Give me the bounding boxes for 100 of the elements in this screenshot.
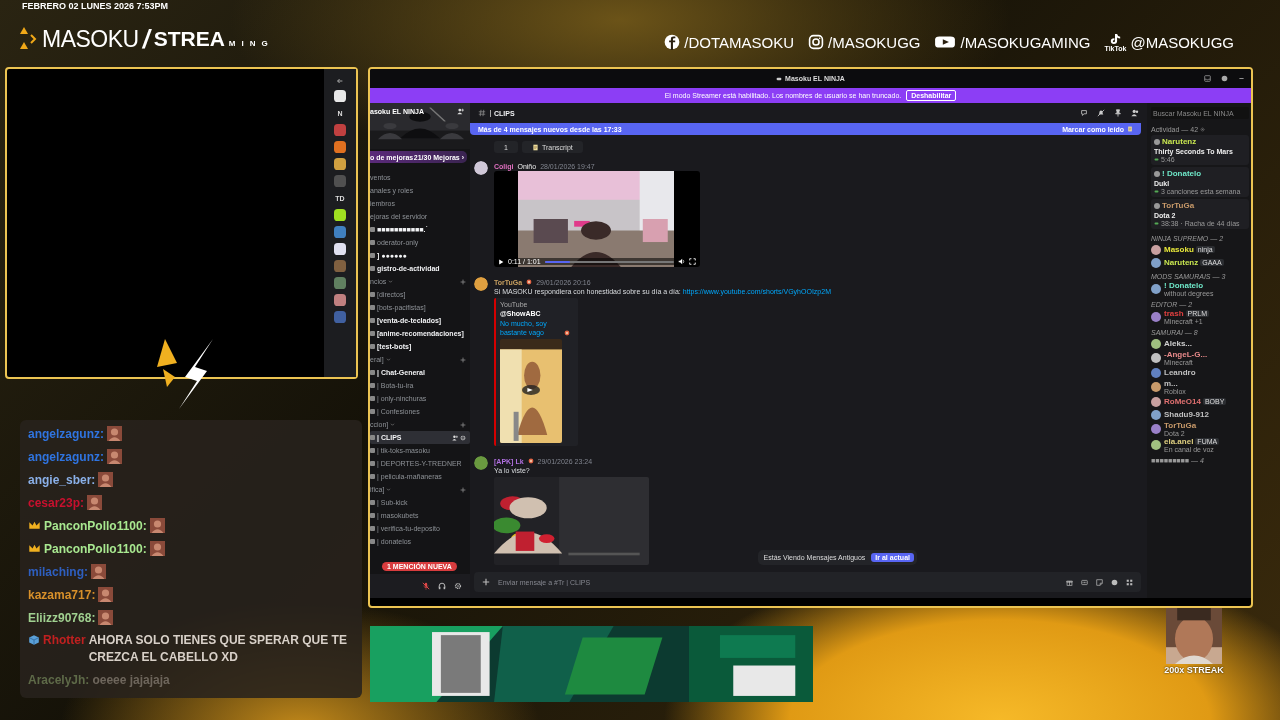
chat-username: angelzagunz: (28, 426, 104, 441)
server-icon[interactable] (334, 141, 346, 153)
mark-read-icon (1127, 126, 1133, 132)
pin-icon[interactable] (1114, 109, 1122, 117)
chat-username: PanconPollo1100: (44, 518, 147, 533)
streak-label: 200x STREAK (1164, 665, 1224, 675)
avatar (474, 161, 488, 175)
sticker-icon[interactable] (1096, 578, 1103, 586)
avatar (1151, 382, 1161, 392)
chevron-icon (388, 279, 394, 284)
social-handle: /DOTAMASOKU (684, 33, 794, 51)
channel-icon (370, 448, 375, 453)
apps-icon[interactable] (1126, 578, 1133, 586)
member-name[interactable]: Masoku (1164, 245, 1194, 254)
channel-icon (370, 461, 375, 466)
fullscreen-icon[interactable] (689, 258, 696, 265)
inbox-icon[interactable] (1204, 75, 1211, 82)
member-name: ! Donatelo (1162, 169, 1202, 179)
chat-username: AracelyJh: (28, 672, 90, 689)
channel-icon (370, 539, 375, 544)
avatar (1154, 171, 1160, 177)
server-icon[interactable] (334, 209, 346, 221)
member-name: Narutenz (1162, 137, 1197, 147)
threads-icon[interactable] (1080, 109, 1088, 117)
play-button-icon[interactable] (522, 385, 540, 395)
avatar (474, 277, 488, 291)
chat-username: Rhotter (43, 632, 86, 649)
avatar (1151, 353, 1161, 363)
avatar (474, 456, 488, 470)
bell-off-icon[interactable] (1097, 109, 1105, 117)
logo-word: STREA (153, 27, 225, 51)
gift-icon[interactable] (1066, 578, 1073, 586)
facebook-icon (664, 34, 681, 50)
chat-username: kazama717: (28, 587, 96, 602)
attach-icon[interactable] (482, 578, 490, 586)
channel-icon (370, 227, 375, 232)
member-name[interactable]: ela.anel (1164, 437, 1194, 446)
avatar (1154, 139, 1160, 145)
document-icon (531, 143, 539, 151)
settings-icon[interactable] (454, 582, 462, 590)
add-channel-icon[interactable] (460, 278, 466, 285)
emote-icon (149, 518, 165, 533)
chevron-icon (390, 422, 396, 427)
emote-icon (98, 472, 114, 487)
emote-icon (91, 564, 106, 579)
channel-icon (370, 344, 375, 349)
add-channel-icon[interactable] (460, 421, 466, 428)
logo-slash: / (142, 24, 150, 54)
channel-icon (370, 240, 375, 245)
emote-icon (98, 610, 114, 625)
member-name[interactable]: Narutenz (1164, 258, 1199, 267)
headset-icon[interactable] (438, 582, 446, 590)
emote-icon (107, 449, 122, 464)
member-name[interactable]: -AngeL-G... (1164, 350, 1208, 359)
back-arrow-icon[interactable] (336, 77, 344, 85)
date-time: FEBRERO 02 LUNES 2026 7:53PM (21, 0, 169, 13)
play-icon[interactable] (498, 258, 504, 265)
server-icon[interactable] (334, 158, 346, 170)
tiktok-icon (1108, 32, 1123, 45)
member-name[interactable]: Shadu9-912 (1164, 410, 1209, 419)
server-icon[interactable] (334, 243, 346, 255)
member-name[interactable]: m... (1164, 379, 1178, 388)
channel-icon (370, 266, 375, 271)
logo-mark-icon (20, 26, 38, 52)
member-name[interactable]: trash (1164, 309, 1184, 318)
chat-username: Eliizz90768: (28, 610, 96, 625)
member-name[interactable]: TorTuGa (1164, 421, 1197, 430)
member-name[interactable]: Leandro (1164, 368, 1196, 377)
member-name[interactable]: Aleks... (1164, 339, 1192, 348)
avatar (1151, 367, 1161, 378)
volume-icon[interactable] (678, 258, 685, 265)
gif-icon[interactable] (1081, 578, 1088, 586)
chat-message: AHORA SOLO TIENES QUE SPERAR QUE TE CREZCA EL CABELLO XD (88, 632, 348, 666)
channel-icon (370, 513, 375, 518)
social-handle: @MASOKUGG (1130, 33, 1234, 51)
avatar (1151, 244, 1161, 255)
members-icon[interactable] (1131, 109, 1139, 117)
add-channel-icon[interactable] (460, 356, 466, 363)
chat-username: cesar23p: (28, 495, 85, 510)
channel-icon (370, 435, 375, 440)
channel-icon (370, 370, 375, 375)
member-name[interactable]: RoMeO14 (1164, 397, 1201, 406)
avatar (1151, 257, 1161, 268)
server-icon[interactable] (334, 90, 346, 102)
emote-icon (87, 495, 103, 510)
avatar (1151, 409, 1161, 420)
channel-icon (370, 331, 375, 336)
invite-icon[interactable] (457, 108, 464, 115)
emote-icon (107, 426, 122, 441)
youtube-icon (934, 34, 957, 50)
server-icon[interactable] (334, 294, 346, 306)
channel-icon (370, 396, 375, 401)
channel-icon (370, 292, 375, 297)
muted-mic-icon[interactable] (422, 582, 430, 590)
logo-tail: MING (228, 38, 274, 48)
minimize-icon[interactable] (1238, 75, 1245, 82)
member-name[interactable]: ! Donatelo (1164, 281, 1204, 290)
channel-icon (370, 500, 375, 505)
add-channel-icon[interactable] (460, 486, 466, 493)
settings-icon (1200, 127, 1206, 132)
